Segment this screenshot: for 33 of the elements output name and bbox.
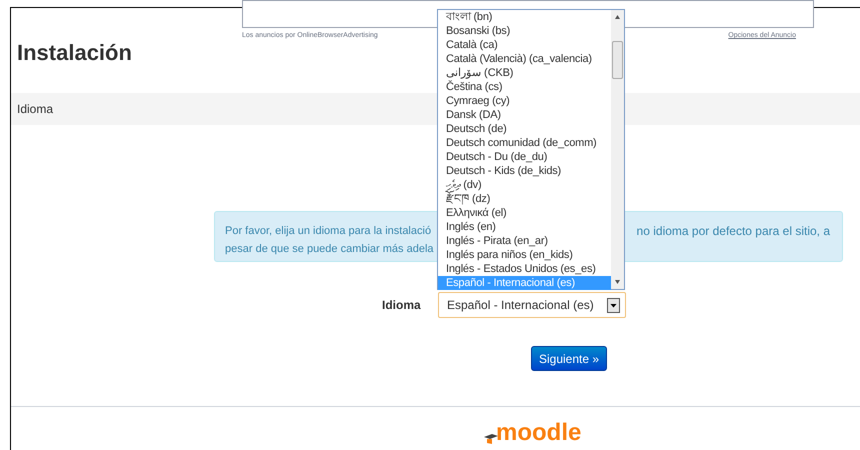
graduation-cap-icon [484, 433, 498, 445]
language-option[interactable]: Deutsch - Kids (de_kids) [438, 164, 612, 178]
language-option[interactable]: Deutsch - Du (de_du) [438, 150, 612, 164]
language-option[interactable]: Čeština (cs) [438, 80, 612, 94]
scrollbar[interactable] [611, 10, 624, 289]
scroll-down-icon[interactable] [614, 279, 622, 285]
language-option[interactable]: Ελληνικά (el) [438, 206, 612, 220]
scrollbar-thumb[interactable] [612, 41, 624, 79]
language-option[interactable]: Català (Valencià) (ca_valencia) [438, 52, 612, 66]
language-select[interactable]: Español - Internacional (es) [438, 292, 626, 318]
info-text: no idioma por defecto para el sitio, a [636, 223, 830, 240]
language-option[interactable]: বাংলা (bn) [438, 10, 612, 24]
info-text: pesar de que se puede cambiar más adela [225, 242, 434, 257]
info-text: Por favor, elija un idioma para la instalació [225, 224, 432, 239]
language-option[interactable]: Deutsch (de) [438, 122, 612, 136]
language-option[interactable]: Inglés - Estados Unidos (es_es) [438, 262, 612, 276]
next-button[interactable]: Siguiente » [531, 346, 607, 371]
language-option[interactable]: Inglés para niños (en_kids) [438, 248, 612, 262]
language-option[interactable]: Bosanski (bs) [438, 24, 612, 38]
section-title: Idioma [17, 101, 54, 118]
language-option[interactable]: Cymraeg (cy) [438, 94, 612, 108]
scroll-up-icon[interactable] [614, 14, 622, 20]
language-option[interactable]: Dansk (DA) [438, 108, 612, 122]
language-option[interactable]: Deutsch comunidad (de_comm) [438, 136, 612, 150]
moodle-logo: moodle [484, 421, 582, 445]
page-title: Instalación [17, 40, 132, 66]
language-option[interactable]: Inglés (en) [438, 220, 612, 234]
language-option[interactable]: ދިވެހި (dv) [438, 178, 612, 192]
language-option[interactable]: سۆرانی (CKB) [438, 66, 612, 80]
language-option[interactable]: Inglés - Pirata (en_ar) [438, 234, 612, 248]
field-label: Idioma [382, 297, 422, 314]
language-option[interactable]: རྫོང་ཁ (dz) [438, 192, 612, 206]
language-option[interactable]: Català (ca) [438, 38, 612, 52]
